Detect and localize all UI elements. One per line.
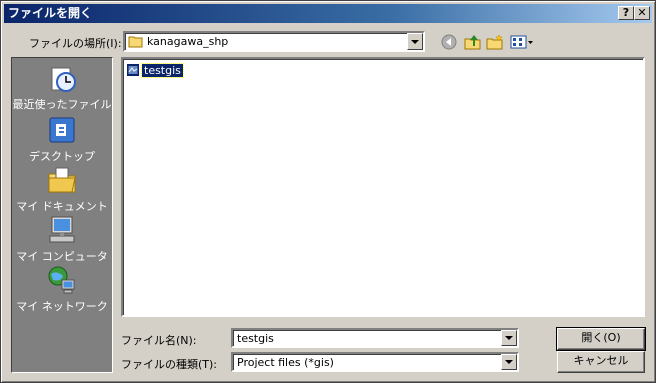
- place-recent[interactable]: 最近使ったファイル: [12, 62, 112, 112]
- recent-files-icon: [51, 67, 76, 92]
- places-bar: 最近使ったファイル デスクトップ マイ ドキュメント マイ コンピュータ マイ …: [11, 57, 113, 373]
- filename-input[interactable]: testgis: [231, 328, 519, 348]
- open-file-dialog: ファイルを開く ? ✕ ファイルの場所(I): kanagawa_shp 最近使…: [0, 0, 656, 383]
- new-folder-button[interactable]: [485, 33, 505, 51]
- place-label: デスクトップ: [29, 150, 95, 163]
- place-label: マイ ネットワーク: [16, 300, 108, 313]
- chevron-down-icon: [411, 39, 419, 44]
- filename-dropdown-button[interactable]: [501, 330, 517, 346]
- my-documents-icon: [48, 167, 76, 193]
- chevron-down-icon: [505, 360, 513, 364]
- place-my-computer[interactable]: マイ コンピュータ: [12, 214, 112, 264]
- title-bar[interactable]: ファイルを開く ? ✕: [4, 4, 652, 23]
- file-item[interactable]: testgis: [126, 62, 184, 78]
- my-network-icon: [48, 266, 75, 294]
- view-menu-button[interactable]: [509, 33, 535, 51]
- help-button[interactable]: ?: [618, 6, 634, 20]
- up-folder-icon: [464, 35, 481, 50]
- file-list[interactable]: testgis: [121, 57, 645, 317]
- back-arrow-icon: [441, 34, 457, 50]
- location-value: kanagawa_shp: [147, 35, 229, 48]
- desktop-icon: [49, 117, 75, 143]
- dialog-title: ファイルを開く: [8, 6, 93, 20]
- filetype-dropdown[interactable]: Project files (*gis): [231, 352, 519, 372]
- filetype-dropdown-button[interactable]: [501, 354, 517, 370]
- gis-file-icon: [126, 63, 140, 77]
- close-button[interactable]: ✕: [634, 6, 650, 20]
- new-folder-icon: [486, 34, 503, 50]
- file-name: testgis: [141, 62, 184, 78]
- place-label: マイ コンピュータ: [16, 250, 108, 263]
- place-label: マイ ドキュメント: [16, 200, 108, 213]
- open-button[interactable]: 開く(O): [556, 327, 646, 351]
- place-desktop[interactable]: デスクトップ: [12, 114, 112, 164]
- up-folder-button[interactable]: [463, 33, 483, 51]
- view-menu-icon: [510, 35, 533, 49]
- place-my-documents[interactable]: マイ ドキュメント: [12, 164, 112, 214]
- location-dropdown-button[interactable]: [407, 33, 423, 50]
- location-dropdown[interactable]: kanagawa_shp: [123, 31, 425, 52]
- filetype-value: Project files (*gis): [237, 356, 334, 369]
- my-computer-icon: [49, 216, 75, 243]
- back-button[interactable]: [439, 33, 459, 51]
- filename-value: testgis: [237, 332, 274, 345]
- folder-icon: [128, 36, 143, 48]
- chevron-down-icon: [505, 336, 513, 340]
- filetype-label: ファイルの種類(T):: [121, 358, 218, 371]
- place-my-network[interactable]: マイ ネットワーク: [12, 264, 112, 314]
- filename-label: ファイル名(N):: [121, 334, 197, 347]
- place-label: 最近使ったファイル: [12, 98, 112, 111]
- location-label: ファイルの場所(I):: [29, 37, 122, 50]
- cancel-button[interactable]: キャンセル: [557, 351, 645, 373]
